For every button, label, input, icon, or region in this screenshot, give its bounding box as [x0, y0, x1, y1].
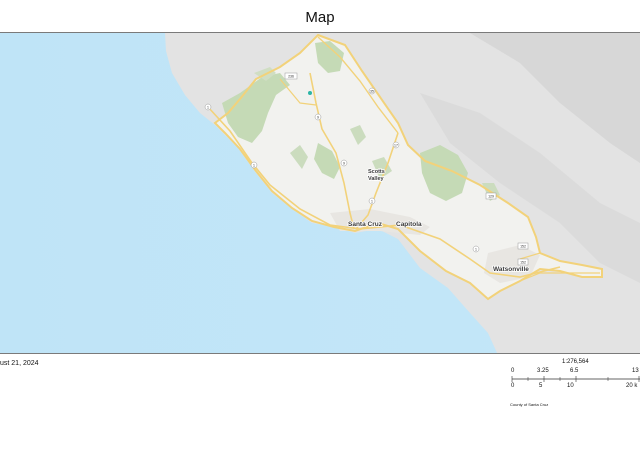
place-label-scotts: Scotts: [368, 169, 385, 175]
map-credit: County of Santa Cruz: [510, 402, 549, 407]
highway-shield: 1: [204, 103, 212, 111]
scale-tick-label: 0: [511, 368, 515, 374]
place-label-capitola: Capitola: [396, 221, 422, 228]
svg-text:9: 9: [317, 115, 319, 119]
highway-shield: 1: [250, 161, 258, 169]
highway-shield: 35: [368, 87, 376, 95]
scale-tick-label: 10: [567, 383, 574, 389]
highway-shield: 9: [314, 113, 322, 121]
place-label-watsonville: Watsonville: [493, 266, 529, 273]
svg-text:129: 129: [488, 194, 494, 198]
highway-shield: 1: [472, 245, 480, 253]
highway-shield: 129: [485, 192, 497, 200]
scale-tick-label: 20 k: [626, 383, 638, 389]
scale-ratio: 1:276,564: [562, 359, 589, 365]
scale-tick-label: 3.25: [537, 368, 549, 374]
scale-tick-label: 6.5: [570, 368, 579, 374]
scale-tick-label: 13: [632, 368, 639, 374]
highway-shield: 17: [392, 141, 400, 149]
svg-text:35: 35: [370, 89, 374, 93]
map-view[interactable]: 1 9 17 35 236 129 152 1 9 1 1 152 Santa …: [0, 32, 640, 354]
map-canvas[interactable]: 1 9 17 35 236 129 152 1 9 1 1 152 Santa …: [0, 33, 640, 354]
svg-text:17: 17: [394, 143, 398, 147]
highway-shield: 236: [284, 72, 298, 80]
svg-text:1: 1: [253, 163, 255, 167]
highway-shield: 152: [517, 258, 529, 266]
svg-text:1: 1: [475, 247, 477, 251]
highway-shield: 1: [368, 197, 376, 205]
svg-text:152: 152: [520, 260, 526, 264]
highway-shield: 9: [340, 159, 348, 167]
scale-tick-label: 5: [539, 383, 543, 389]
svg-text:236: 236: [288, 74, 294, 78]
map-date: ust 21, 2024: [0, 360, 39, 367]
svg-text:1: 1: [207, 105, 209, 109]
place-label-santa-cruz: Santa Cruz: [348, 221, 383, 228]
svg-text:1: 1: [371, 199, 373, 203]
svg-text:9: 9: [343, 161, 345, 165]
place-label-valley: Valley: [368, 176, 385, 182]
location-marker-icon[interactable]: [308, 91, 312, 95]
scale-bar-graphic: [511, 376, 640, 382]
highway-shield: 152: [517, 242, 529, 250]
svg-text:152: 152: [520, 244, 526, 248]
scale-tick-label: 0: [511, 383, 515, 389]
map-title: Map: [305, 9, 335, 26]
